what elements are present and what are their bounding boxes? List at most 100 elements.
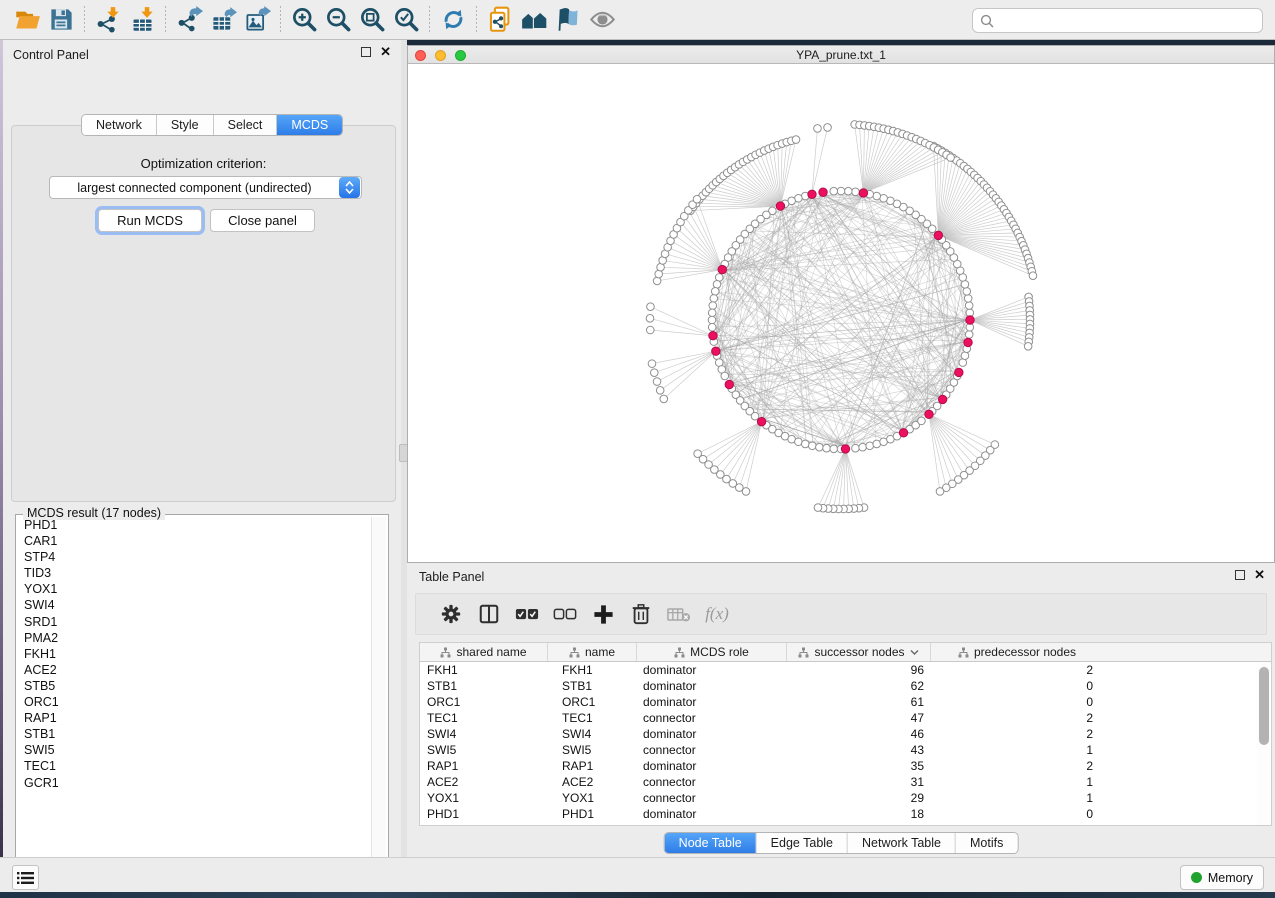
graph-node[interactable] bbox=[852, 188, 860, 196]
tab-edge-table[interactable]: Edge Table bbox=[757, 833, 848, 853]
table-row[interactable]: SWI4SWI4dominator462 bbox=[420, 726, 1271, 742]
tab-select[interactable]: Select bbox=[214, 115, 278, 135]
table-scrollbar-thumb[interactable] bbox=[1259, 667, 1269, 745]
close-icon[interactable]: ✕ bbox=[380, 47, 391, 57]
vizmapper-icon[interactable] bbox=[551, 4, 585, 36]
graph-hub-node[interactable] bbox=[934, 231, 942, 239]
table-settings-gear-icon[interactable] bbox=[432, 596, 470, 632]
mcds-result-item[interactable]: GCR1 bbox=[18, 775, 370, 791]
mcds-result-item[interactable]: TID3 bbox=[18, 565, 370, 581]
graph-node[interactable] bbox=[801, 440, 809, 448]
clone-network-icon[interactable] bbox=[483, 4, 517, 36]
graph-hub-node[interactable] bbox=[955, 368, 963, 376]
export-network-icon[interactable] bbox=[172, 4, 206, 36]
refresh-layout-icon[interactable] bbox=[436, 4, 470, 36]
graph-hub-node[interactable] bbox=[841, 445, 849, 453]
memory-button[interactable]: Memory bbox=[1180, 865, 1264, 890]
mcds-result-item[interactable]: FKH1 bbox=[18, 646, 370, 662]
first-neighbors-icon[interactable] bbox=[517, 4, 551, 36]
mcds-list-scrollbar[interactable] bbox=[371, 517, 386, 875]
delete-column-icon[interactable] bbox=[622, 596, 660, 632]
graph-node[interactable] bbox=[709, 302, 717, 310]
table-row[interactable]: STB1STB1dominator620 bbox=[420, 678, 1271, 694]
zoom-out-icon[interactable] bbox=[321, 4, 355, 36]
table-row[interactable]: RAP1RAP1dominator352 bbox=[420, 758, 1271, 774]
graph-node[interactable] bbox=[694, 450, 702, 458]
graph-hub-node[interactable] bbox=[712, 347, 720, 355]
graph-node[interactable] bbox=[713, 280, 721, 288]
graph-node[interactable] bbox=[814, 125, 822, 133]
tab-mcds[interactable]: MCDS bbox=[277, 115, 342, 135]
graph-node[interactable] bbox=[837, 187, 845, 195]
table-scrollbar[interactable] bbox=[1257, 663, 1270, 825]
mcds-result-item[interactable]: SWI4 bbox=[18, 597, 370, 613]
select-all-columns-icon[interactable] bbox=[508, 596, 546, 632]
graph-node[interactable] bbox=[830, 187, 838, 195]
column-header-successor-nodes[interactable]: successor nodes bbox=[787, 643, 931, 661]
graph-node[interactable] bbox=[933, 402, 941, 410]
graph-node[interactable] bbox=[660, 395, 668, 403]
show-columns-icon[interactable] bbox=[470, 596, 508, 632]
graph-node[interactable] bbox=[936, 488, 944, 496]
graph-node[interactable] bbox=[808, 442, 816, 450]
graph-node[interactable] bbox=[961, 352, 969, 360]
graph-node[interactable] bbox=[648, 360, 656, 368]
graph-node[interactable] bbox=[824, 124, 832, 132]
mcds-result-item[interactable]: SRD1 bbox=[18, 614, 370, 630]
graph-node[interactable] bbox=[646, 326, 654, 334]
show-hide-icon[interactable] bbox=[585, 4, 619, 36]
tab-network[interactable]: Network bbox=[82, 115, 157, 135]
graph-node[interactable] bbox=[751, 412, 759, 420]
mcds-result-item[interactable]: CAR1 bbox=[18, 533, 370, 549]
float-window-icon[interactable] bbox=[1235, 570, 1245, 580]
graph-node[interactable] bbox=[844, 187, 852, 195]
import-table-icon[interactable] bbox=[125, 4, 159, 36]
graph-hub-node[interactable] bbox=[859, 189, 867, 197]
import-network-icon[interactable] bbox=[91, 4, 125, 36]
graph-node[interactable] bbox=[963, 287, 971, 295]
graph-node[interactable] bbox=[859, 443, 867, 451]
graph-node[interactable] bbox=[647, 303, 655, 311]
graph-node[interactable] bbox=[650, 369, 658, 377]
graph-node[interactable] bbox=[693, 195, 701, 203]
zoom-fit-icon[interactable] bbox=[355, 4, 389, 36]
mcds-result-item[interactable]: RAP1 bbox=[18, 710, 370, 726]
graph-node[interactable] bbox=[918, 417, 926, 425]
table-row[interactable]: PHD1PHD1dominator180 bbox=[420, 806, 1271, 822]
graph-node[interactable] bbox=[816, 443, 824, 451]
tab-style[interactable]: Style bbox=[157, 115, 214, 135]
graph-node[interactable] bbox=[852, 444, 860, 452]
graph-hub-node[interactable] bbox=[819, 188, 827, 196]
graph-node[interactable] bbox=[947, 154, 955, 162]
graph-node[interactable] bbox=[656, 387, 664, 395]
graph-hub-node[interactable] bbox=[925, 410, 933, 418]
mcds-result-item[interactable]: ACE2 bbox=[18, 662, 370, 678]
mcds-result-item[interactable]: TEC1 bbox=[18, 758, 370, 774]
table-row[interactable]: ORC1ORC1dominator610 bbox=[420, 694, 1271, 710]
add-column-icon[interactable] bbox=[584, 596, 622, 632]
deselect-all-columns-icon[interactable] bbox=[546, 596, 584, 632]
table-row[interactable]: SWI5SWI5connector431 bbox=[420, 742, 1271, 758]
graph-node[interactable] bbox=[708, 323, 716, 331]
graph-node[interactable] bbox=[866, 442, 874, 450]
table-row[interactable]: ACE2ACE2connector311 bbox=[420, 774, 1271, 790]
mcds-result-item[interactable]: SWI5 bbox=[18, 742, 370, 758]
graph-node[interactable] bbox=[1029, 272, 1037, 280]
column-header-shared-name[interactable]: shared name bbox=[420, 643, 548, 661]
zoom-selected-icon[interactable] bbox=[389, 4, 423, 36]
mcds-result-item[interactable]: STB5 bbox=[18, 678, 370, 694]
mcds-result-item[interactable]: YOX1 bbox=[18, 581, 370, 597]
graph-node[interactable] bbox=[653, 378, 661, 386]
network-graph[interactable] bbox=[408, 64, 1274, 562]
column-header-name[interactable]: name bbox=[548, 643, 637, 661]
export-image-icon[interactable] bbox=[240, 4, 274, 36]
tab-motifs[interactable]: Motifs bbox=[956, 833, 1017, 853]
table-row[interactable]: TEC1TEC1connector472 bbox=[420, 710, 1271, 726]
graph-node[interactable] bbox=[965, 331, 973, 339]
column-header-MCDS-role[interactable]: MCDS role bbox=[637, 643, 787, 661]
tab-node-table[interactable]: Node Table bbox=[665, 833, 757, 853]
graph-hub-node[interactable] bbox=[718, 265, 726, 273]
table-row[interactable]: FKH1FKH1dominator962 bbox=[420, 662, 1271, 678]
graph-hub-node[interactable] bbox=[899, 429, 907, 437]
graph-hub-node[interactable] bbox=[757, 417, 765, 425]
